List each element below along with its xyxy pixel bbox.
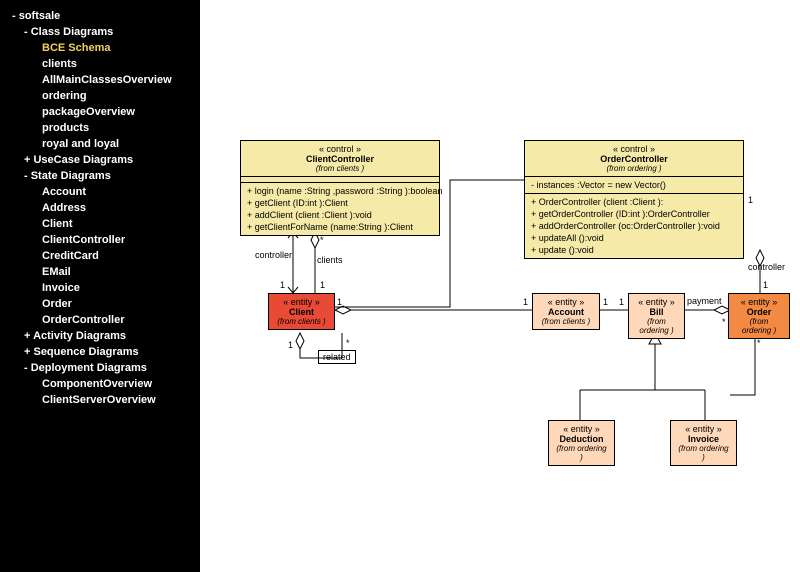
mult-star: * xyxy=(320,235,324,245)
item-client[interactable]: Client xyxy=(8,216,200,232)
class-invoice[interactable]: « entity » Invoice (from ordering ) xyxy=(670,420,737,466)
item-products[interactable]: products xyxy=(8,120,200,136)
class-bill[interactable]: « entity » Bill (from ordering ) xyxy=(628,293,685,339)
mult-1: 1 xyxy=(288,340,293,350)
class-ordercontroller[interactable]: « control » OrderController (from orderi… xyxy=(524,140,744,259)
stereotype: « entity » xyxy=(555,424,608,434)
mult-star: * xyxy=(757,338,761,348)
class-from: (from ordering ) xyxy=(635,317,678,335)
op: + getOrderController (ID:int ):OrderCont… xyxy=(531,208,737,220)
op: + addOrderController (oc:OrderController… xyxy=(531,220,737,232)
label-controller: controller xyxy=(748,262,785,272)
class-clientcontroller[interactable]: « control » ClientController (from clien… xyxy=(240,140,440,236)
mult-1: 1 xyxy=(748,195,753,205)
label-controller: controller xyxy=(255,250,292,260)
class-name: OrderController xyxy=(531,154,737,164)
class-account[interactable]: « entity » Account (from clients ) xyxy=(532,293,600,330)
class-name: Deduction xyxy=(555,434,608,444)
item-clientserveroverview[interactable]: ClientServerOverview xyxy=(8,392,200,408)
op: + addClient (client :Client ):void xyxy=(247,209,433,221)
tree-root[interactable]: - softsale xyxy=(8,8,200,24)
attr: - instances :Vector = new Vector() xyxy=(531,179,737,191)
item-allmainclasses[interactable]: AllMainClassesOverview xyxy=(8,72,200,88)
op: + getClient (ID:int ):Client xyxy=(247,197,433,209)
item-order[interactable]: Order xyxy=(8,296,200,312)
mult-1: 1 xyxy=(320,280,325,290)
mult-star: * xyxy=(722,317,726,327)
stereotype: « entity » xyxy=(735,297,783,307)
item-ordercontroller[interactable]: OrderController xyxy=(8,312,200,328)
group-state[interactable]: - State Diagrams xyxy=(8,168,200,184)
class-name: Account xyxy=(539,307,593,317)
class-name: Client xyxy=(275,307,328,317)
label-payment: payment xyxy=(687,296,722,306)
group-usecase[interactable]: + UseCase Diagrams xyxy=(8,152,200,168)
item-address[interactable]: Address xyxy=(8,200,200,216)
item-bce-schema[interactable]: BCE Schema xyxy=(8,40,200,56)
stereotype: « entity » xyxy=(539,297,593,307)
stereotype: « control » xyxy=(531,144,737,154)
class-client[interactable]: « entity » Client (from clients ) xyxy=(268,293,335,330)
item-account[interactable]: Account xyxy=(8,184,200,200)
class-from: (from ordering ) xyxy=(735,317,783,335)
mult-1: 1 xyxy=(280,280,285,290)
op: + login (name :String ,password :String … xyxy=(247,185,433,197)
op: + getClientForName (name:String ):Client xyxy=(247,221,433,233)
mult-1: 1 xyxy=(619,297,624,307)
item-ordering[interactable]: ordering xyxy=(8,88,200,104)
op: + update ():void xyxy=(531,244,737,256)
class-name: Order xyxy=(735,307,783,317)
mult-star: * xyxy=(346,338,350,348)
class-from: (from clients ) xyxy=(247,164,433,173)
item-componentoverview[interactable]: ComponentOverview xyxy=(8,376,200,392)
mult-1: 1 xyxy=(763,280,768,290)
item-invoice[interactable]: Invoice xyxy=(8,280,200,296)
item-packageoverview[interactable]: packageOverview xyxy=(8,104,200,120)
class-from: (from clients ) xyxy=(275,317,328,326)
stereotype: « control » xyxy=(247,144,433,154)
item-royal-loyal[interactable]: royal and loyal xyxy=(8,136,200,152)
class-name: Invoice xyxy=(677,434,730,444)
item-email[interactable]: EMail xyxy=(8,264,200,280)
class-from: (from clients ) xyxy=(539,317,593,326)
group-class-diagrams[interactable]: - Class Diagrams xyxy=(8,24,200,40)
class-name: Bill xyxy=(635,307,678,317)
diagram-canvas[interactable]: « control » ClientController (from clien… xyxy=(200,0,800,572)
stereotype: « entity » xyxy=(677,424,730,434)
label-related: related xyxy=(318,350,356,364)
item-clients[interactable]: clients xyxy=(8,56,200,72)
item-creditcard[interactable]: CreditCard xyxy=(8,248,200,264)
class-from: (from ordering ) xyxy=(677,444,730,462)
mult-1: 1 xyxy=(337,297,342,307)
label-clients: clients xyxy=(317,255,343,265)
op: + updateAll ():void xyxy=(531,232,737,244)
stereotype: « entity » xyxy=(275,297,328,307)
class-name: ClientController xyxy=(247,154,433,164)
class-from: (from ordering ) xyxy=(555,444,608,462)
group-deployment[interactable]: - Deployment Diagrams xyxy=(8,360,200,376)
mult-1: 1 xyxy=(603,297,608,307)
item-clientcontroller[interactable]: ClientController xyxy=(8,232,200,248)
class-order[interactable]: « entity » Order (from ordering ) xyxy=(728,293,790,339)
class-from: (from ordering ) xyxy=(531,164,737,173)
mult-1: 1 xyxy=(523,297,528,307)
op: + OrderController (client :Client ): xyxy=(531,196,737,208)
class-deduction[interactable]: « entity » Deduction (from ordering ) xyxy=(548,420,615,466)
stereotype: « entity » xyxy=(635,297,678,307)
sidebar: - softsale - Class Diagrams BCE Schema c… xyxy=(0,0,200,572)
group-activity[interactable]: + Activity Diagrams xyxy=(8,328,200,344)
edges xyxy=(200,0,800,572)
group-sequence[interactable]: + Sequence Diagrams xyxy=(8,344,200,360)
